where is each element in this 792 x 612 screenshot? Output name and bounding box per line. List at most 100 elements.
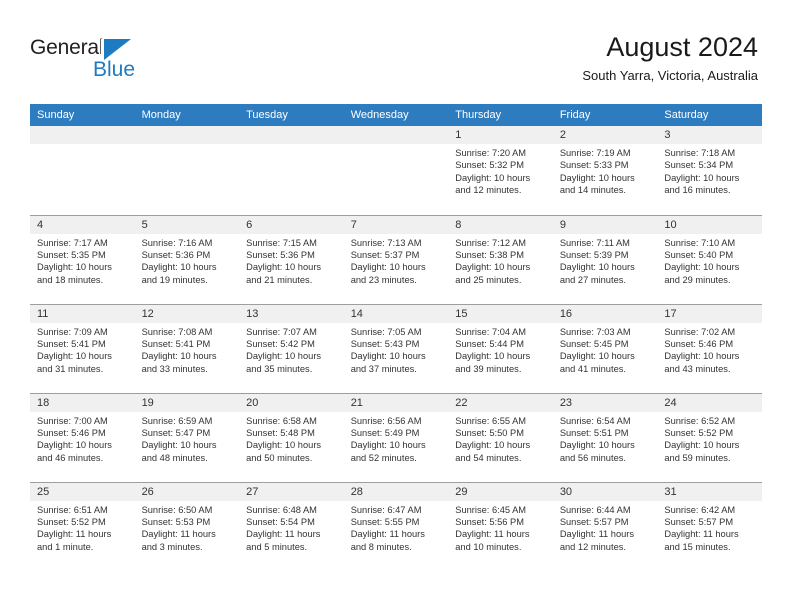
sunset-text: Sunset: 5:41 PM bbox=[141, 338, 211, 349]
sunset-text: Sunset: 5:56 PM bbox=[455, 516, 524, 527]
calendar-day-cell[interactable]: 13 Sunrise: 7:07 AM Sunset: 5:42 PM Dayl… bbox=[239, 303, 344, 393]
daylight-text-line2: and 48 minutes. bbox=[141, 452, 208, 463]
calendar-day-cell[interactable]: 9 Sunrise: 7:11 AM Sunset: 5:39 PM Dayli… bbox=[552, 214, 658, 304]
weekday-header-friday: Friday bbox=[552, 104, 658, 126]
calendar-day-cell[interactable]: 2 Sunrise: 7:19 AM Sunset: 5:33 PM Dayli… bbox=[552, 126, 658, 215]
daylight-text-line2: and 1 minute. bbox=[37, 541, 94, 552]
daylight-text-line2: and 39 minutes. bbox=[455, 363, 522, 374]
sunrise-text: Sunrise: 6:45 AM bbox=[455, 504, 527, 515]
calendar-day-cell[interactable]: 20 Sunrise: 6:58 AM Sunset: 5:48 PM Dayl… bbox=[239, 392, 344, 482]
calendar-day-cell[interactable]: 21 Sunrise: 6:56 AM Sunset: 5:49 PM Dayl… bbox=[343, 392, 449, 482]
sunrise-text: Sunrise: 7:08 AM bbox=[141, 326, 213, 337]
weekday-header-tuesday: Tuesday bbox=[239, 104, 344, 126]
day-number: 22 bbox=[448, 393, 553, 412]
sunrise-text: Sunrise: 7:04 AM bbox=[455, 326, 527, 337]
daylight-text-line1: Daylight: 10 hours bbox=[141, 440, 217, 451]
calendar-day-cell[interactable]: 7 Sunrise: 7:13 AM Sunset: 5:37 PM Dayli… bbox=[343, 214, 449, 304]
sunset-text: Sunset: 5:34 PM bbox=[664, 160, 734, 171]
calendar-day-cell[interactable]: 22 Sunrise: 6:55 AM Sunset: 5:50 PM Dayl… bbox=[448, 392, 553, 482]
calendar-day-cell[interactable]: 5 Sunrise: 7:16 AM Sunset: 5:36 PM Dayli… bbox=[134, 214, 240, 304]
sunset-text: Sunset: 5:57 PM bbox=[664, 516, 734, 527]
day-number: 3 bbox=[657, 126, 762, 144]
calendar-day-cell[interactable]: 15 Sunrise: 7:04 AM Sunset: 5:44 PM Dayl… bbox=[448, 303, 553, 393]
daylight-text-line2: and 31 minutes. bbox=[37, 363, 104, 374]
calendar-day-cell[interactable]: 31 Sunrise: 6:42 AM Sunset: 5:57 PM Dayl… bbox=[657, 481, 762, 571]
sunrise-text: Sunrise: 7:00 AM bbox=[37, 415, 108, 426]
sunrise-text: Sunrise: 6:59 AM bbox=[141, 415, 213, 426]
day-details: Sunrise: 7:20 AM Sunset: 5:32 PM Dayligh… bbox=[448, 144, 553, 197]
calendar-day-cell[interactable]: 26 Sunrise: 6:50 AM Sunset: 5:53 PM Dayl… bbox=[134, 481, 240, 571]
calendar-day-cell[interactable]: 29 Sunrise: 6:45 AM Sunset: 5:56 PM Dayl… bbox=[448, 481, 553, 571]
day-number: 31 bbox=[657, 482, 762, 501]
daylight-text-line2: and 33 minutes. bbox=[141, 363, 208, 374]
calendar-day-cell[interactable]: 19 Sunrise: 6:59 AM Sunset: 5:47 PM Dayl… bbox=[134, 392, 240, 482]
day-details: Sunrise: 7:18 AM Sunset: 5:34 PM Dayligh… bbox=[657, 144, 762, 197]
sunset-text: Sunset: 5:36 PM bbox=[246, 249, 315, 260]
daylight-text-line1: Daylight: 10 hours bbox=[455, 262, 531, 273]
daylight-text-line1: Daylight: 10 hours bbox=[455, 351, 531, 362]
calendar-day-cell[interactable]: 8 Sunrise: 7:12 AM Sunset: 5:38 PM Dayli… bbox=[448, 214, 553, 304]
calendar-day-cell[interactable]: 16 Sunrise: 7:03 AM Sunset: 5:45 PM Dayl… bbox=[552, 303, 658, 393]
day-number bbox=[343, 126, 449, 144]
sunrise-text: Sunrise: 7:09 AM bbox=[37, 326, 108, 337]
weekday-header-monday: Monday bbox=[134, 104, 240, 126]
sunset-text: Sunset: 5:49 PM bbox=[350, 427, 420, 438]
daylight-text-line2: and 41 minutes. bbox=[559, 363, 626, 374]
calendar-week-row: 18 Sunrise: 7:00 AM Sunset: 5:46 PM Dayl… bbox=[30, 392, 762, 482]
sunset-text: Sunset: 5:55 PM bbox=[350, 516, 420, 527]
sunset-text: Sunset: 5:36 PM bbox=[141, 249, 211, 260]
day-number: 1 bbox=[448, 126, 553, 144]
calendar-day-cell[interactable]: 12 Sunrise: 7:08 AM Sunset: 5:41 PM Dayl… bbox=[134, 303, 240, 393]
calendar-day-cell[interactable]: 10 Sunrise: 7:10 AM Sunset: 5:40 PM Dayl… bbox=[657, 214, 762, 304]
daylight-text-line2: and 25 minutes. bbox=[455, 274, 522, 285]
day-number: 29 bbox=[448, 482, 553, 501]
daylight-text-line2: and 23 minutes. bbox=[350, 274, 417, 285]
calendar-day-cell[interactable]: 4 Sunrise: 7:17 AM Sunset: 5:35 PM Dayli… bbox=[30, 214, 135, 304]
day-details: Sunrise: 6:50 AM Sunset: 5:53 PM Dayligh… bbox=[135, 501, 240, 554]
day-number: 6 bbox=[239, 215, 344, 234]
sunrise-text: Sunrise: 6:42 AM bbox=[664, 504, 736, 515]
sunset-text: Sunset: 5:41 PM bbox=[37, 338, 106, 349]
day-number: 25 bbox=[30, 482, 135, 501]
calendar-day-cell[interactable]: 28 Sunrise: 6:47 AM Sunset: 5:55 PM Dayl… bbox=[343, 481, 449, 571]
general-blue-logo[interactable]: General Blue bbox=[30, 36, 160, 84]
calendar-day-cell[interactable]: 30 Sunrise: 6:44 AM Sunset: 5:57 PM Dayl… bbox=[552, 481, 658, 571]
calendar-day-cell[interactable]: 14 Sunrise: 7:05 AM Sunset: 5:43 PM Dayl… bbox=[343, 303, 449, 393]
day-details: Sunrise: 6:51 AM Sunset: 5:52 PM Dayligh… bbox=[30, 501, 135, 554]
day-number: 14 bbox=[343, 304, 449, 323]
daylight-text-line1: Daylight: 11 hours bbox=[455, 529, 530, 540]
logo-text-blue: Blue bbox=[93, 58, 136, 81]
sunset-text: Sunset: 5:54 PM bbox=[246, 516, 315, 527]
daylight-text-line2: and 21 minutes. bbox=[246, 274, 313, 285]
sunset-text: Sunset: 5:44 PM bbox=[455, 338, 524, 349]
calendar-day-cell[interactable]: 17 Sunrise: 7:02 AM Sunset: 5:46 PM Dayl… bbox=[657, 303, 762, 393]
daylight-text-line1: Daylight: 10 hours bbox=[37, 440, 112, 451]
calendar-day-cell[interactable]: 25 Sunrise: 6:51 AM Sunset: 5:52 PM Dayl… bbox=[30, 481, 135, 571]
daylight-text-line1: Daylight: 10 hours bbox=[455, 440, 531, 451]
calendar-day-cell[interactable]: 24 Sunrise: 6:52 AM Sunset: 5:52 PM Dayl… bbox=[657, 392, 762, 482]
daylight-text-line2: and 27 minutes. bbox=[559, 274, 626, 285]
day-details: Sunrise: 7:15 AM Sunset: 5:36 PM Dayligh… bbox=[239, 234, 344, 287]
sunrise-text: Sunrise: 7:15 AM bbox=[246, 237, 317, 248]
day-number: 15 bbox=[448, 304, 553, 323]
calendar-day-cell[interactable]: 3 Sunrise: 7:18 AM Sunset: 5:34 PM Dayli… bbox=[657, 126, 762, 215]
day-number: 26 bbox=[134, 482, 240, 501]
calendar-day-cell[interactable]: 1 Sunrise: 7:20 AM Sunset: 5:32 PM Dayli… bbox=[448, 126, 553, 215]
sunrise-text: Sunrise: 7:13 AM bbox=[350, 237, 422, 248]
daylight-text-line2: and 18 minutes. bbox=[37, 274, 104, 285]
daylight-text-line1: Daylight: 10 hours bbox=[246, 351, 322, 362]
weekday-header-sunday: Sunday bbox=[30, 104, 135, 126]
daylight-text-line2: and 29 minutes. bbox=[664, 274, 731, 285]
calendar-day-cell[interactable]: 6 Sunrise: 7:15 AM Sunset: 5:36 PM Dayli… bbox=[239, 214, 344, 304]
daylight-text-line1: Daylight: 11 hours bbox=[141, 529, 216, 540]
calendar-day-cell[interactable]: 27 Sunrise: 6:48 AM Sunset: 5:54 PM Dayl… bbox=[239, 481, 344, 571]
calendar-day-cell bbox=[239, 126, 344, 215]
daylight-text-line1: Daylight: 10 hours bbox=[141, 351, 217, 362]
daylight-text-line1: Daylight: 11 hours bbox=[664, 529, 739, 540]
calendar-day-cell[interactable]: 23 Sunrise: 6:54 AM Sunset: 5:51 PM Dayl… bbox=[552, 392, 658, 482]
day-details: Sunrise: 7:05 AM Sunset: 5:43 PM Dayligh… bbox=[344, 323, 449, 376]
calendar-day-cell[interactable]: 11 Sunrise: 7:09 AM Sunset: 5:41 PM Dayl… bbox=[30, 303, 135, 393]
calendar-day-cell[interactable]: 18 Sunrise: 7:00 AM Sunset: 5:46 PM Dayl… bbox=[30, 392, 135, 482]
sunset-text: Sunset: 5:48 PM bbox=[246, 427, 315, 438]
title-block: August 2024 South Yarra, Victoria, Austr… bbox=[582, 30, 758, 84]
